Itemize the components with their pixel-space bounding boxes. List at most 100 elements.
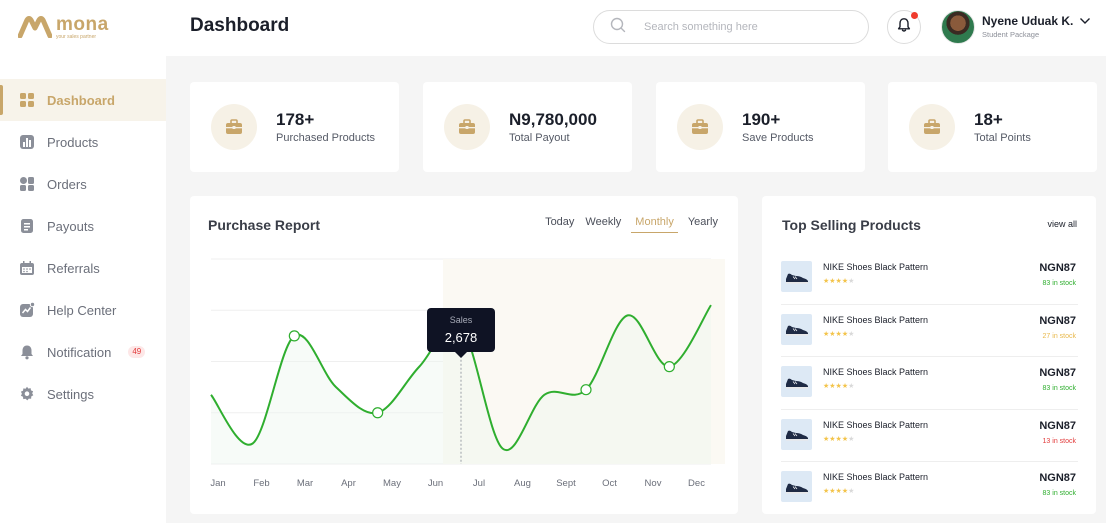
shoe-image — [781, 261, 812, 292]
x-tick-label: Jul — [473, 478, 485, 489]
search-bar[interactable] — [593, 10, 869, 44]
tab-weekly[interactable]: Weekly — [584, 215, 622, 233]
stat-label: Total Points — [974, 132, 1031, 144]
x-tick-label: Aug — [514, 478, 531, 489]
stat-value: 190+ — [742, 110, 781, 129]
stat-card-total-payout: N9,780,000 Total Payout — [423, 82, 632, 172]
page-title: Dashboard — [190, 15, 290, 36]
avatar[interactable] — [941, 10, 975, 44]
sidebar-item-dashboard[interactable]: Dashboard — [0, 79, 166, 121]
purchase-report-chart[interactable]: Sales 2,678 Jan Feb Mar Apr May Jun Jul Aug Sept Oc… — [190, 196, 738, 514]
x-tick-label: Sept — [556, 478, 576, 489]
product-stock: 83 in stock — [1042, 280, 1076, 287]
stat-label: Save Products — [742, 132, 814, 144]
shoe-image — [781, 418, 812, 450]
shoe-image — [781, 366, 812, 397]
sidebar-item-payouts[interactable]: Payouts — [0, 205, 166, 247]
brand-name: mona — [56, 14, 109, 35]
shoe-image — [781, 471, 812, 502]
sidebar-item-help-center[interactable]: Help Center — [0, 289, 166, 331]
sidebar-item-label: Referrals — [47, 260, 100, 276]
notification-dot — [911, 12, 918, 19]
bar-chart-icon — [19, 134, 35, 150]
stat-value: 178+ — [276, 110, 315, 129]
gear-icon — [19, 386, 35, 402]
product-name: NIKE Shoes Black Pattern — [823, 419, 929, 430]
search-input[interactable] — [644, 21, 844, 33]
view-all-link[interactable]: view all — [1047, 219, 1077, 229]
tab-today[interactable]: Today — [544, 215, 575, 233]
briefcase-icon — [444, 104, 490, 150]
user-menu[interactable]: Nyene Uduak K. Student Package — [941, 10, 1091, 44]
data-point — [663, 361, 675, 373]
sidebar-item-orders[interactable]: Orders — [0, 163, 166, 205]
stat-label: Total Payout — [509, 132, 570, 144]
period-tabs: Today Weekly Monthly Yearly — [544, 215, 719, 233]
tab-yearly[interactable]: Yearly — [687, 215, 719, 233]
bell-icon — [19, 344, 35, 360]
rating-stars: ★★★★★ — [823, 488, 855, 495]
brand-logo[interactable]: mona your sales partner — [18, 14, 109, 41]
rating-stars: ★★★★★ — [823, 435, 855, 443]
calendar-icon — [19, 260, 35, 276]
product-price: NGN87 — [1039, 262, 1076, 274]
notifications-button[interactable] — [887, 10, 921, 44]
product-price: NGN87 — [1039, 367, 1076, 379]
product-row[interactable]: NIKE Shoes Black Pattern ★★★★★ NGN87 27 … — [781, 305, 1078, 357]
sidebar-item-label: Payouts — [47, 218, 94, 234]
stat-card-total-points: 18+ Total Points — [888, 82, 1097, 172]
product-price: NGN87 — [1039, 314, 1076, 327]
stat-label: Purchased Products — [276, 132, 376, 144]
purchase-report-card: Sales 2,678 Jan Feb Mar Apr May Jun Jul Aug Sept Oc… — [190, 196, 738, 514]
x-tick-label: May — [383, 478, 401, 489]
user-name: Nyene Uduak K. — [982, 13, 1074, 28]
data-point — [288, 330, 300, 342]
stat-value: N9,780,000 — [509, 110, 597, 129]
sidebar: mona your sales partner Dashboard Produc… — [0, 0, 166, 523]
orders-icon — [19, 176, 35, 192]
sidebar-item-products[interactable]: Products — [0, 121, 166, 163]
brand-tagline: your sales partner — [56, 34, 97, 40]
product-row[interactable]: NIKE Shoes Black Pattern ★★★★★ NGN87 83 … — [781, 252, 1078, 305]
stat-card-purchased-products: 178+ Purchased Products — [190, 82, 399, 172]
sidebar-item-referrals[interactable]: Referrals — [0, 247, 166, 289]
grid-icon — [19, 92, 35, 108]
product-row[interactable]: NIKE Shoes Black Pattern ★★★★★ NGN87 83 … — [781, 357, 1078, 410]
product-price: NGN87 — [1039, 419, 1076, 432]
briefcase-icon — [909, 104, 955, 150]
product-name: NIKE Shoes Black Pattern — [823, 314, 929, 325]
top-selling-card: Top Selling Products view all NIKE Shoes… — [762, 196, 1096, 514]
sidebar-item-notification[interactable]: Notification 49 — [0, 331, 166, 373]
x-tick-label: Jun — [428, 478, 443, 489]
chevron-down-icon[interactable] — [1079, 12, 1091, 30]
data-point — [372, 407, 384, 419]
product-row[interactable]: NIKE Shoes Black Pattern ★★★★★ NGN87 83 … — [781, 462, 1078, 515]
tab-monthly[interactable]: Monthly — [631, 215, 678, 233]
product-row[interactable]: NIKE Shoes Black Pattern ★★★★★ NGN87 13 … — [781, 410, 1078, 462]
shoe-image — [781, 313, 812, 345]
x-tick-label: Feb — [253, 478, 269, 489]
report-title: Purchase Report — [208, 217, 321, 233]
stat-card-save-products: 190+ Save Products — [656, 82, 865, 172]
product-stock: 83 in stock — [1042, 490, 1076, 497]
sidebar-item-settings[interactable]: Settings — [0, 373, 166, 415]
product-price: NGN87 — [1039, 472, 1076, 484]
top-header: Dashboard Nyene Uduak K. Student Package — [166, 0, 1106, 56]
sidebar-item-label: Orders — [47, 176, 87, 192]
sidebar-item-label: Help Center — [47, 302, 117, 318]
sidebar-item-label: Notification — [47, 344, 112, 360]
briefcase-icon — [211, 104, 257, 150]
product-stock: 27 in stock — [1042, 332, 1076, 340]
sidebar-item-label: Products — [47, 134, 99, 150]
sidebar-nav: Dashboard Products Orders Payouts Referr… — [0, 79, 166, 415]
notification-count-badge: 49 — [128, 346, 146, 358]
user-role: Student Package — [982, 29, 1040, 39]
x-tick-label: Mar — [297, 478, 313, 489]
search-icon — [610, 17, 626, 38]
product-name: NIKE Shoes Black Pattern — [823, 367, 929, 377]
trend-icon — [19, 302, 35, 318]
product-stock: 83 in stock — [1042, 385, 1076, 392]
sidebar-item-label: Dashboard — [47, 92, 115, 108]
bell-icon — [896, 17, 912, 38]
stat-value: 18+ — [974, 110, 1003, 129]
